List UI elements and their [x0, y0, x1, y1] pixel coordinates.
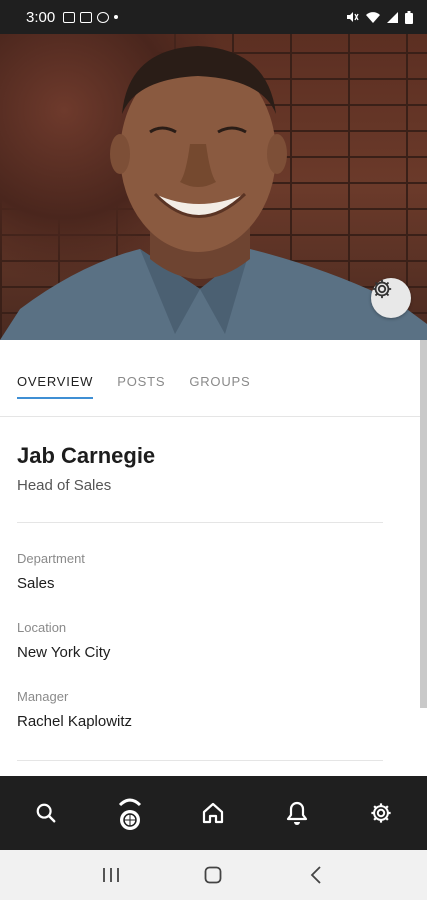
field-value: Rachel Kaplowitz — [17, 713, 133, 730]
field-value: New York City — [17, 644, 111, 661]
image-icon — [63, 11, 76, 23]
bottom-nav — [0, 776, 427, 850]
more-dot-icon — [114, 15, 119, 19]
nav-search-button[interactable] — [26, 793, 66, 833]
home-system-button[interactable] — [193, 855, 233, 895]
profile-photo — [0, 34, 427, 340]
mail-icon — [80, 11, 93, 23]
gear-icon — [371, 803, 391, 823]
status-bar: 3:00 — [0, 0, 427, 34]
battery-icon — [405, 10, 413, 24]
back-icon — [310, 866, 321, 884]
field-label: Location — [17, 620, 67, 635]
tab-overview[interactable]: OVERVIEW — [17, 340, 94, 416]
nav-home-button[interactable] — [193, 793, 233, 833]
system-nav-bar — [0, 850, 427, 900]
field-department: Department Sales — [17, 551, 403, 592]
divider — [17, 522, 383, 523]
wifi-icon — [366, 11, 380, 23]
field-label: Department — [17, 551, 85, 566]
tab-groups-label: GROUPS — [189, 374, 251, 389]
nav-notifications-button[interactable] — [277, 793, 317, 833]
home-square-icon — [205, 866, 222, 884]
tab-groups[interactable]: GROUPS — [189, 340, 250, 416]
status-time: 3:00 — [26, 8, 56, 26]
nav-brand-button[interactable] — [110, 793, 150, 833]
recents-icon — [103, 868, 120, 882]
profile-tabs: OVERVIEW POSTS GROUPS — [0, 340, 420, 417]
back-button[interactable] — [296, 855, 336, 895]
nav-settings-button[interactable] — [361, 793, 401, 833]
recents-button[interactable] — [91, 855, 131, 895]
tab-posts-label: POSTS — [117, 374, 166, 389]
profile-title: Head of Sales — [17, 477, 112, 494]
photo-settings-button[interactable] — [371, 278, 411, 318]
app-icon — [97, 11, 110, 23]
gear-icon — [372, 279, 392, 299]
home-icon — [203, 802, 224, 824]
signal-icon — [387, 12, 398, 23]
field-manager: Manager Rachel Kaplowitz — [17, 689, 403, 730]
brand-icon — [118, 798, 141, 830]
person-illustration — [0, 46, 427, 340]
scrollbar[interactable] — [420, 340, 427, 708]
mute-icon — [347, 12, 359, 22]
field-location: Location New York City — [17, 620, 403, 661]
profile-name: Jab Carnegie — [17, 443, 156, 468]
bell-icon — [287, 801, 308, 825]
system-icons — [345, 10, 413, 24]
divider — [17, 760, 383, 761]
notification-icons — [63, 11, 119, 23]
profile-overview: Jab Carnegie Head of Sales Department Sa… — [0, 417, 420, 761]
field-value: Sales — [17, 575, 55, 592]
tab-posts[interactable]: POSTS — [117, 340, 165, 416]
field-label: Manager — [17, 689, 69, 704]
search-icon — [36, 803, 56, 823]
tab-overview-label: OVERVIEW — [17, 374, 94, 389]
